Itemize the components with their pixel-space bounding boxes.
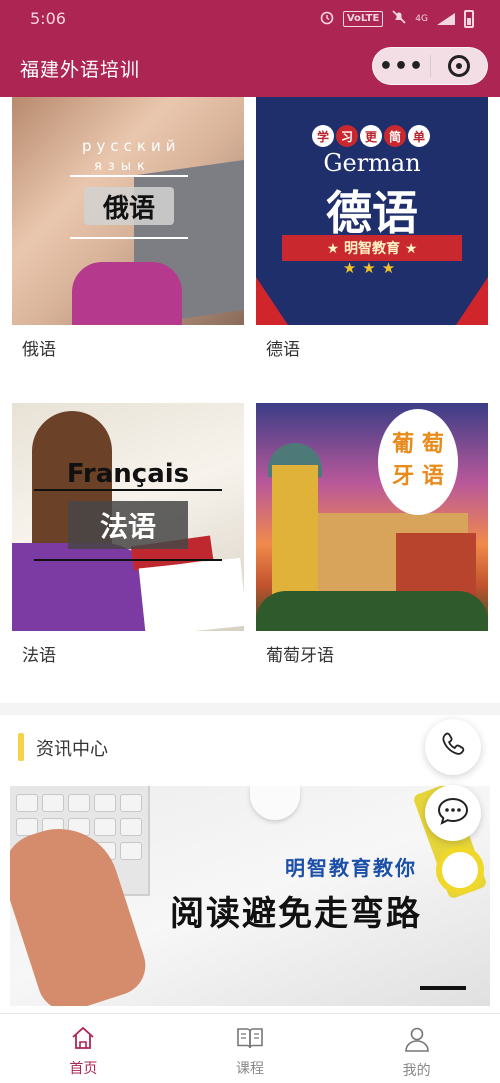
key-graphic: [16, 794, 38, 812]
thumb-divider: [70, 175, 188, 177]
thumb-label-box: 俄语: [84, 187, 174, 225]
thumb-oval-label: 葡 萄 牙 语: [378, 409, 458, 515]
course-thumb-russian: русский язык 俄语: [12, 97, 244, 325]
thumb-english-title: German: [323, 149, 421, 177]
book-icon: [236, 1026, 264, 1054]
phone-icon: [438, 730, 468, 764]
thumb-text-line2: язык: [94, 159, 151, 174]
char-bubble: 更: [360, 125, 382, 147]
char-bubble: 习: [336, 125, 358, 147]
decor-triangle: [456, 277, 488, 325]
tab-mine[interactable]: 我的: [333, 1014, 500, 1083]
tab-courses[interactable]: 课程: [167, 1014, 334, 1083]
decor-dash: [420, 986, 466, 990]
battery-icon: [464, 10, 474, 28]
course-thumb-french: Français 法语: [12, 403, 244, 631]
course-card-french[interactable]: Français 法语 法语: [12, 403, 244, 666]
bottom-tab-bar: 首页 课程 我的: [0, 1013, 500, 1083]
status-icons: VoLTE 4G: [319, 9, 474, 29]
key-graphic: [94, 794, 116, 812]
key-graphic: [94, 818, 116, 836]
status-bar: 5:06 VoLTE 4G: [0, 0, 500, 38]
key-graphic: [120, 818, 142, 836]
signal-icon: [437, 13, 455, 25]
close-miniprogram-button[interactable]: [431, 48, 487, 84]
section-divider: [0, 703, 500, 715]
mute-icon: [391, 9, 407, 29]
thumb-divider: [70, 237, 188, 239]
key-graphic: [120, 842, 142, 860]
home-icon: [70, 1026, 96, 1054]
target-icon: [447, 55, 470, 77]
thumb-title: Français: [66, 459, 190, 489]
mouse-graphic: [250, 786, 300, 820]
trees-graphic: [256, 591, 488, 631]
course-label: 葡萄牙语: [266, 646, 334, 666]
thumb-stars: ★★★: [342, 259, 402, 277]
course-grid: русский язык 俄语 俄语 学 习 更 简 单 German 德语 ★…: [0, 97, 500, 703]
course-label: 法语: [22, 646, 56, 666]
thumb-chinese-title: 德语: [326, 186, 418, 240]
chat-button[interactable]: [425, 785, 481, 841]
call-button[interactable]: [425, 719, 481, 775]
user-icon: [404, 1026, 430, 1056]
alarm-icon: [319, 9, 335, 29]
thumb-ribbon: ★ 明智教育 ★: [282, 235, 462, 261]
course-card-german[interactable]: 学 习 更 简 单 German 德语 ★ 明智教育 ★ ★★★ 德语: [256, 97, 488, 360]
tab-label: 课程: [236, 1061, 264, 1077]
news-banner[interactable]: 明智教育教你 阅读避免走弯路: [10, 786, 490, 1006]
news-banner-subtitle: 明智教育教你: [285, 856, 417, 880]
paper-graphic: [138, 557, 244, 631]
news-section-title: 资讯中心: [36, 739, 108, 760]
char-bubble: 简: [384, 125, 406, 147]
watch-face-graphic: [436, 846, 484, 894]
thumb-char-bubbles: 学 习 更 简 单: [312, 125, 430, 147]
course-thumb-portuguese: 葡 萄 牙 语: [256, 403, 488, 631]
key-graphic: [120, 794, 142, 812]
volte-badge: VoLTE: [342, 11, 384, 27]
top-bar: 5:06 VoLTE 4G 福建外语培训 •••: [0, 0, 500, 97]
key-graphic: [42, 794, 64, 812]
thumb-divider: [34, 489, 222, 491]
course-label: 俄语: [22, 340, 56, 360]
tab-home[interactable]: 首页: [0, 1014, 167, 1083]
chat-icon: [436, 796, 470, 830]
course-card-russian[interactable]: русский язык 俄语 俄语: [12, 97, 244, 360]
thumb-label-box: 法语: [68, 501, 188, 549]
course-card-portuguese[interactable]: 葡 萄 牙 语 葡萄牙语: [256, 403, 488, 666]
tab-label: 首页: [69, 1061, 98, 1077]
thumb-text-line1: русский: [82, 137, 181, 155]
section-accent-bar: [18, 733, 24, 761]
miniprogram-capsule: •••: [372, 47, 488, 85]
network-type: 4G: [415, 14, 428, 24]
thumb-text-line1: 葡 萄: [392, 432, 444, 457]
char-bubble: 学: [312, 125, 334, 147]
key-graphic: [68, 794, 90, 812]
course-label: 德语: [266, 340, 300, 360]
thumb-text-line2: 牙 语: [392, 464, 444, 489]
status-time: 5:06: [30, 9, 66, 28]
decor-triangle: [256, 277, 288, 325]
course-thumb-german: 学 习 更 简 单 German 德语 ★ 明智教育 ★ ★★★: [256, 97, 488, 325]
tab-label: 我的: [402, 1063, 431, 1079]
char-bubble: 单: [408, 125, 430, 147]
castle-graphic: [272, 465, 318, 595]
thumb-divider: [34, 559, 222, 561]
more-menu-button[interactable]: •••: [373, 48, 430, 84]
app-title: 福建外语培训: [20, 59, 141, 81]
student-graphic: [72, 262, 182, 325]
news-banner-headline: 阅读避免走弯路: [170, 894, 422, 934]
